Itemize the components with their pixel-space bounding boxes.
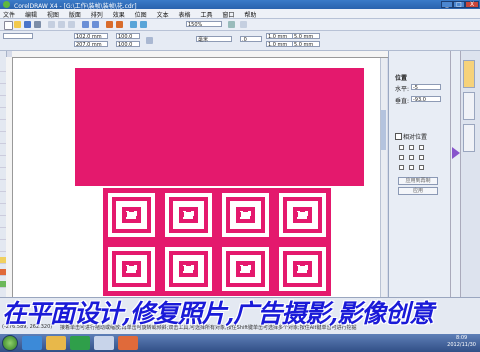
snap-icon[interactable] <box>228 21 235 28</box>
save-icon[interactable] <box>24 21 31 28</box>
relative-position-label: 相对位置 <box>403 134 428 141</box>
anchor-tc[interactable] <box>409 145 414 150</box>
apply-button[interactable]: 应用 <box>398 187 438 195</box>
anchor-mr[interactable] <box>419 155 424 160</box>
x-position-field[interactable]: -5 <box>411 84 441 91</box>
menu-arrange[interactable]: 排列 <box>91 10 103 19</box>
app-icon <box>3 1 10 8</box>
menu-view[interactable]: 视图 <box>47 10 59 19</box>
copy-icon[interactable] <box>58 21 65 28</box>
anchor-ml[interactable] <box>399 155 404 160</box>
vertical-scroll-thumb[interactable] <box>381 110 386 150</box>
y-label: 垂直: <box>395 98 410 105</box>
menu-layout[interactable]: 版面 <box>69 10 81 19</box>
explorer-taskbar-icon[interactable] <box>46 336 66 350</box>
coreldraw-taskbar-icon[interactable] <box>94 336 114 350</box>
ie-taskbar-icon[interactable] <box>22 336 42 350</box>
x-label: 水平: <box>395 86 410 93</box>
anchor-tl[interactable] <box>399 145 404 150</box>
welcome-screen-icon[interactable] <box>140 21 147 28</box>
anchor-center[interactable] <box>409 155 414 160</box>
menu-bitmaps[interactable]: 位图 <box>135 10 147 19</box>
duplicate-y-field[interactable]: 5.0 mm <box>292 41 320 48</box>
transform-docker: 位置 水平: -5 垂直: -93.0 相对位置 <box>388 51 451 297</box>
lattice-pattern[interactable] <box>103 188 331 297</box>
system-clock[interactable]: 8:09 2012/11/30 <box>447 335 476 349</box>
docker-tab-object-manager[interactable] <box>463 60 475 88</box>
apply-to-duplicate-button[interactable]: 应用到再制 <box>398 177 438 185</box>
print-icon[interactable] <box>34 21 41 28</box>
import-icon[interactable] <box>106 21 113 28</box>
close-button[interactable]: X <box>465 1 479 8</box>
width-field[interactable]: 102.0 mm <box>74 33 108 40</box>
cut-icon[interactable] <box>48 21 55 28</box>
pink-rectangle[interactable] <box>75 68 364 186</box>
units-select[interactable]: 毫米 <box>196 36 232 43</box>
duplicate-x-field[interactable]: 5.0 mm <box>292 33 320 40</box>
height-field[interactable]: 207.0 mm <box>74 41 108 48</box>
page-size-select[interactable] <box>3 33 33 39</box>
standard-toolbar: 150% <box>0 19 480 31</box>
menu-window[interactable]: 窗口 <box>222 10 234 19</box>
property-bar: 102.0 mm 207.0 mm 100.0 100.0 毫米 .0 1.0 … <box>0 31 480 51</box>
menu-bar: 文件 编辑 视图 版面 排列 效果 位图 文本 表格 工具 窗口 帮助 <box>0 9 480 19</box>
minimize-button[interactable]: _ <box>441 1 453 8</box>
scale-y-field[interactable]: 100.0 <box>116 41 140 48</box>
y-position-field[interactable]: -93.0 <box>411 96 441 103</box>
docker-title: 位置 <box>395 75 408 82</box>
anchor-bl[interactable] <box>399 165 404 170</box>
vertical-scrollbar[interactable] <box>380 58 387 298</box>
open-icon[interactable] <box>14 21 21 28</box>
undo-icon[interactable] <box>82 21 89 28</box>
menu-help[interactable]: 帮助 <box>244 10 256 19</box>
anchor-bc[interactable] <box>409 165 414 170</box>
scale-x-field[interactable]: 100.0 <box>116 33 140 40</box>
anchor-br[interactable] <box>419 165 424 170</box>
new-icon[interactable] <box>4 21 13 30</box>
palette-scroll-icon[interactable] <box>452 147 460 159</box>
export-icon[interactable] <box>116 21 123 28</box>
menu-text[interactable]: 文本 <box>157 10 169 19</box>
menu-file[interactable]: 文件 <box>3 10 15 19</box>
anchor-tr[interactable] <box>419 145 424 150</box>
docker-tab-transform[interactable] <box>463 92 475 120</box>
start-button[interactable] <box>2 335 18 351</box>
media-taskbar-icon[interactable] <box>70 336 90 350</box>
redo-icon[interactable] <box>92 21 99 28</box>
menu-effects[interactable]: 效果 <box>113 10 125 19</box>
clock-time: 8:09 <box>455 335 468 341</box>
docker-tab-shaping[interactable] <box>463 124 475 152</box>
maximize-button[interactable]: □ <box>453 1 465 8</box>
caption-banner: 在平面设计,修复照片,广告摄影,影像创意 <box>2 299 434 328</box>
menu-edit[interactable]: 编辑 <box>25 10 37 19</box>
options-icon[interactable] <box>240 21 247 28</box>
relative-position-checkbox[interactable] <box>395 133 402 140</box>
angle-field[interactable]: .0 <box>240 36 262 43</box>
taskbar <box>0 334 480 352</box>
zoom-select[interactable]: 150% <box>186 21 222 28</box>
paste-icon[interactable] <box>68 21 75 28</box>
menu-tools[interactable]: 工具 <box>200 10 212 19</box>
horizontal-ruler <box>12 51 388 58</box>
menu-table[interactable]: 表格 <box>179 10 191 19</box>
title-bar: CorelDRAW X4 - [G:\工作\装帧\装帧\花.cdr] _ □ X <box>0 0 480 10</box>
lock-ratio-icon[interactable] <box>146 37 153 44</box>
application-launcher-icon[interactable] <box>130 21 137 28</box>
app-taskbar-icon[interactable] <box>118 336 138 350</box>
vertical-ruler <box>6 57 13 297</box>
clock-date: 2012/11/30 <box>447 342 476 348</box>
